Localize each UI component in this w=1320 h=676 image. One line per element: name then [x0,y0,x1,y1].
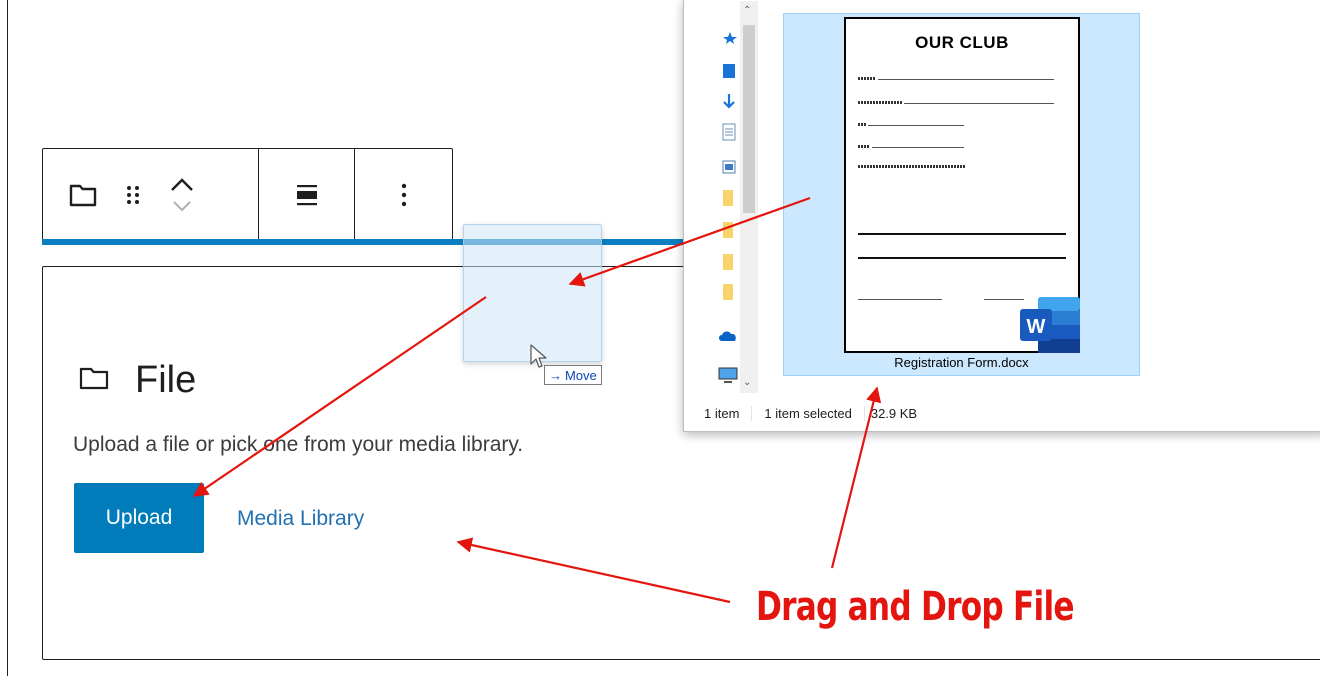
document-fill-line [878,79,1054,80]
block-toolbar-group-options [355,149,452,241]
status-selected-size: 32.9 KB [870,405,918,421]
folder-icon[interactable] [69,182,97,208]
this-pc-icon[interactable] [718,367,738,390]
arrow-right-icon: → [549,367,562,383]
nav-scrollbar[interactable]: ⌃ ⌄ [740,1,758,393]
document-text-line [858,165,966,168]
media-library-button[interactable]: Media Library [237,507,364,531]
file-item-registration-form[interactable]: OUR CLUB W Registration Form.docx [783,13,1140,376]
more-options-icon[interactable] [400,182,408,208]
document-signature-line [984,299,1024,300]
file-name-label: Registration Form.docx [894,355,1029,370]
navigation-pane: ⌃ ⌄ [684,0,758,393]
file-block-title: File [79,359,196,402]
folder-icon [79,365,109,396]
align-icon[interactable] [295,183,319,207]
pin-icon[interactable] [722,31,738,50]
document-heading: OUR CLUB [915,33,1009,52]
document-text-line [858,77,876,80]
scroll-up-icon[interactable]: ⌃ [743,5,751,16]
document-text-line [858,145,870,148]
folder-icon[interactable] [722,221,736,244]
document-fill-line [872,147,964,148]
word-icon: W [1020,297,1080,353]
status-item-count: 1 item [684,405,753,421]
status-selected-count: 1 item selected [752,405,865,421]
desktop-icon[interactable] [722,63,736,84]
file-block-title-text: File [135,359,197,401]
onedrive-icon[interactable] [718,329,738,348]
drag-handle-icon[interactable] [125,184,141,206]
document-fill-line [868,125,964,126]
explorer-status-bar: 1 item 1 item selected 32.9 KB [684,401,1320,425]
document-thumbnail: OUR CLUB W [844,17,1080,353]
downloads-icon[interactable] [722,93,736,116]
block-toolbar-group-main [43,149,259,241]
scroll-thumb[interactable] [743,25,755,213]
svg-text:W: W [1027,316,1046,338]
document-fill-line [904,103,1054,104]
document-rule [858,233,1066,235]
documents-icon[interactable] [722,123,736,146]
document-rule [858,257,1066,259]
move-down-icon[interactable] [169,199,195,213]
drag-preview [463,224,602,362]
drag-tooltip-label: Move [565,367,597,383]
scroll-down-icon[interactable]: ⌄ [743,377,751,388]
block-toolbar [42,148,453,242]
folder-icon[interactable] [722,189,736,212]
file-block-description: Upload a file or pick one from your medi… [73,433,524,456]
document-text-line [858,123,866,126]
block-drop-indicator [42,239,702,245]
document-text-line [858,101,902,104]
folder-icon[interactable] [722,253,736,276]
file-explorer-window: ⌃ ⌄ OUR CLUB W Registration Form.docx 1 … [683,0,1320,432]
drag-tooltip: → Move [544,365,602,385]
annotation-label: Drag and Drop File [756,584,1075,630]
move-buttons [169,177,195,213]
move-up-icon[interactable] [169,177,195,193]
pictures-icon[interactable] [722,159,736,180]
upload-button[interactable]: Upload [74,483,204,553]
folder-icon[interactable] [722,283,736,306]
block-toolbar-group-align [259,149,355,241]
document-signature-line [858,299,942,300]
